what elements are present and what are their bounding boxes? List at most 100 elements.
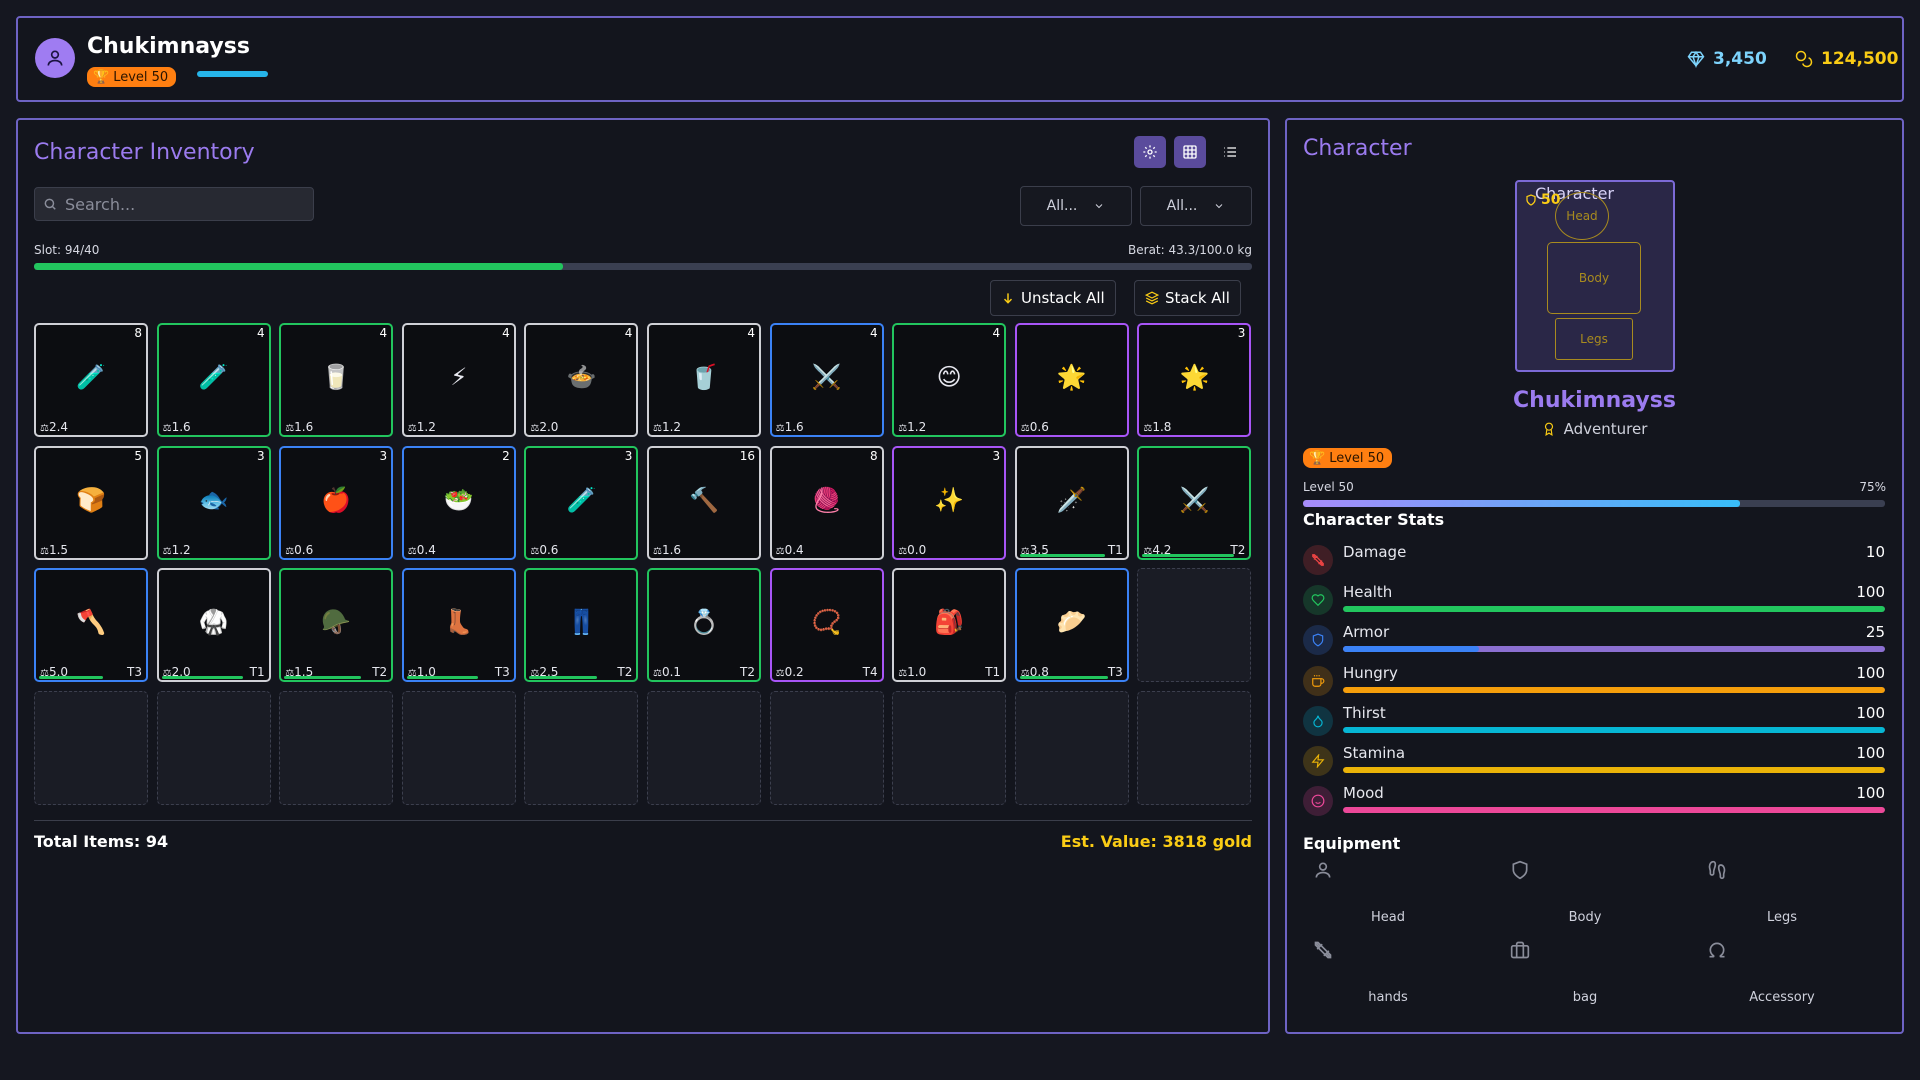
item-slot[interactable]: 🍎 3 ⚖0.6: [279, 445, 394, 560]
weight-icon: ⚖: [1143, 423, 1153, 434]
empty-slot[interactable]: [524, 690, 639, 805]
item-icon: 🥤: [689, 363, 719, 391]
item-weight-value: 1.2: [661, 420, 682, 434]
unstack-all-button[interactable]: Unstack All: [990, 280, 1116, 316]
shield-icon[interactable]: [1510, 860, 1530, 884]
grid-view-button[interactable]: [1174, 136, 1206, 168]
item-slot[interactable]: 🧪 4 ⚖1.6: [156, 323, 271, 437]
weight-icon: ⚖: [898, 423, 908, 434]
item-slot[interactable]: ⚡ 4 ⚖1.2: [401, 323, 516, 437]
item-weight: ⚖0.2: [776, 665, 804, 679]
footprints-icon[interactable]: [1707, 860, 1727, 884]
item-icon: 📿: [811, 608, 842, 637]
item-slot[interactable]: 🪓 ⚖5.0 T3: [34, 568, 148, 683]
trophy-icon: 🏆: [1309, 450, 1326, 466]
character-level-badge: 🏆 Level 50: [1303, 448, 1393, 468]
item-weight: ⚖1.2: [898, 420, 926, 434]
stat-value: 100: [1856, 784, 1885, 803]
empty-slot[interactable]: [156, 690, 271, 805]
item-slot[interactable]: ⚔️ 4 ⚖1.6: [769, 323, 884, 437]
item-weight: ⚖0.0: [898, 543, 926, 557]
item-quantity: 3: [1237, 326, 1246, 340]
weight-icon: ⚖: [1020, 423, 1030, 434]
estimated-value: Est. Value: 3818 gold: [1060, 832, 1252, 851]
omega-icon[interactable]: [1707, 940, 1727, 964]
item-slot[interactable]: 💍 ⚖0.1 T2: [647, 568, 761, 683]
item-slot[interactable]: 🎒 ⚖1.0 T1: [892, 568, 1007, 683]
stat-value: 100: [1856, 663, 1885, 682]
settings-button[interactable]: [1134, 136, 1166, 168]
item-slot[interactable]: 🪖 ⚖1.5 T2: [279, 568, 394, 683]
item-slot[interactable]: 🐟 3 ⚖1.2: [156, 445, 271, 560]
weight-icon: ⚖: [653, 668, 662, 680]
item-slot[interactable]: 📿 ⚖0.2 T4: [769, 568, 884, 683]
item-slot[interactable]: 👢 ⚖1.0 T3: [401, 568, 516, 683]
item-slot[interactable]: 🧪 3 ⚖0.6: [524, 445, 639, 560]
item-slot[interactable]: 🌟 3 ⚖1.8: [1137, 323, 1252, 437]
weight-icon: ⚖: [653, 545, 662, 557]
item-slot[interactable]: 🌟 ⚖0.6: [1014, 323, 1129, 437]
item-slot[interactable]: 🥋 ⚖2.0 T1: [156, 568, 271, 683]
empty-slot[interactable]: [769, 690, 884, 805]
empty-slot[interactable]: [34, 690, 148, 805]
item-slot[interactable]: 🍞 5 ⚖1.5: [34, 445, 148, 560]
filter-select-1[interactable]: All...: [1020, 186, 1132, 226]
item-weight-value: 1.5: [48, 542, 69, 557]
stat-label: Stamina: [1343, 744, 1406, 762]
stack-all-button[interactable]: Stack All: [1134, 280, 1241, 316]
durability-bar: [1019, 676, 1109, 680]
weight-icon: ⚖: [285, 545, 295, 557]
item-weight-value: 1.6: [784, 420, 804, 434]
item-quantity: 3: [256, 448, 265, 463]
weight-label: Berat: 43.3/100.0 kg: [1128, 243, 1252, 257]
empty-slot[interactable]: [279, 690, 394, 805]
user-icon[interactable]: [1313, 860, 1333, 884]
filter-select-2[interactable]: All...: [1140, 186, 1252, 226]
portrait-body-slot[interactable]: Body: [1547, 242, 1641, 314]
search-input[interactable]: [65, 194, 295, 214]
item-slot[interactable]: 👖 ⚖2.5 T2: [524, 568, 639, 683]
item-weight-value: 0.4: [784, 542, 804, 557]
item-slot[interactable]: 😊 4 ⚖1.2: [892, 323, 1007, 437]
item-slot[interactable]: 🗡️ ⚖3.5 T1: [1014, 445, 1129, 560]
level-progress-fill: [1303, 500, 1740, 507]
item-weight-value: 0.6: [294, 542, 314, 557]
empty-slot[interactable]: [647, 690, 761, 805]
empty-slot[interactable]: [401, 690, 516, 805]
level-progress-bar: [1303, 500, 1885, 507]
weight-icon: ⚖: [162, 545, 172, 557]
empty-slot[interactable]: [1014, 690, 1129, 805]
search-box[interactable]: [34, 187, 314, 221]
item-slot[interactable]: ⚔️ ⚖4.2 T2: [1137, 445, 1252, 560]
briefcase-icon[interactable]: [1510, 940, 1530, 964]
item-icon: 🔨: [689, 485, 719, 514]
item-slot[interactable]: 🥗 2 ⚖0.4: [401, 445, 516, 560]
stat-label: Armor: [1343, 623, 1390, 642]
gold-counter: 124,500: [1795, 49, 1898, 69]
list-view-button[interactable]: [1214, 136, 1246, 168]
stat-bar-fill: [1343, 726, 1885, 733]
item-slot[interactable]: 🍲 4 ⚖2.0: [524, 323, 639, 437]
item-icon: 🍞: [76, 485, 106, 514]
item-slot[interactable]: ✨ 3 ⚖0.0: [892, 445, 1007, 560]
empty-slot[interactable]: [1137, 690, 1252, 805]
item-quantity: 3: [992, 448, 1001, 463]
stat-armor: Armor 25: [1303, 623, 1885, 659]
item-slot[interactable]: 🧪 8 ⚖2.4: [34, 323, 148, 437]
portrait-legs-slot[interactable]: Legs: [1555, 318, 1633, 360]
item-slot[interactable]: 🥛 4 ⚖1.6: [279, 323, 394, 437]
item-icon: 🧶: [811, 485, 842, 514]
empty-slot[interactable]: [1137, 568, 1252, 683]
item-slot[interactable]: 🔨 16 ⚖1.6: [647, 445, 761, 560]
weight-icon: ⚖: [775, 668, 785, 680]
item-slot[interactable]: 🥟 ⚖0.8 T3: [1014, 568, 1129, 683]
portrait-head-slot[interactable]: Head: [1555, 192, 1609, 240]
empty-slot[interactable]: [892, 690, 1007, 805]
item-slot[interactable]: 🥤 4 ⚖1.2: [647, 323, 761, 437]
stat-bar-fill: [1343, 767, 1885, 773]
item-slot[interactable]: 🧶 8 ⚖0.4: [769, 445, 884, 560]
avatar[interactable]: [35, 38, 75, 78]
swords-icon[interactable]: [1313, 940, 1333, 964]
weight-icon: ⚖: [898, 668, 908, 680]
trophy-icon: 🏆: [93, 69, 110, 85]
